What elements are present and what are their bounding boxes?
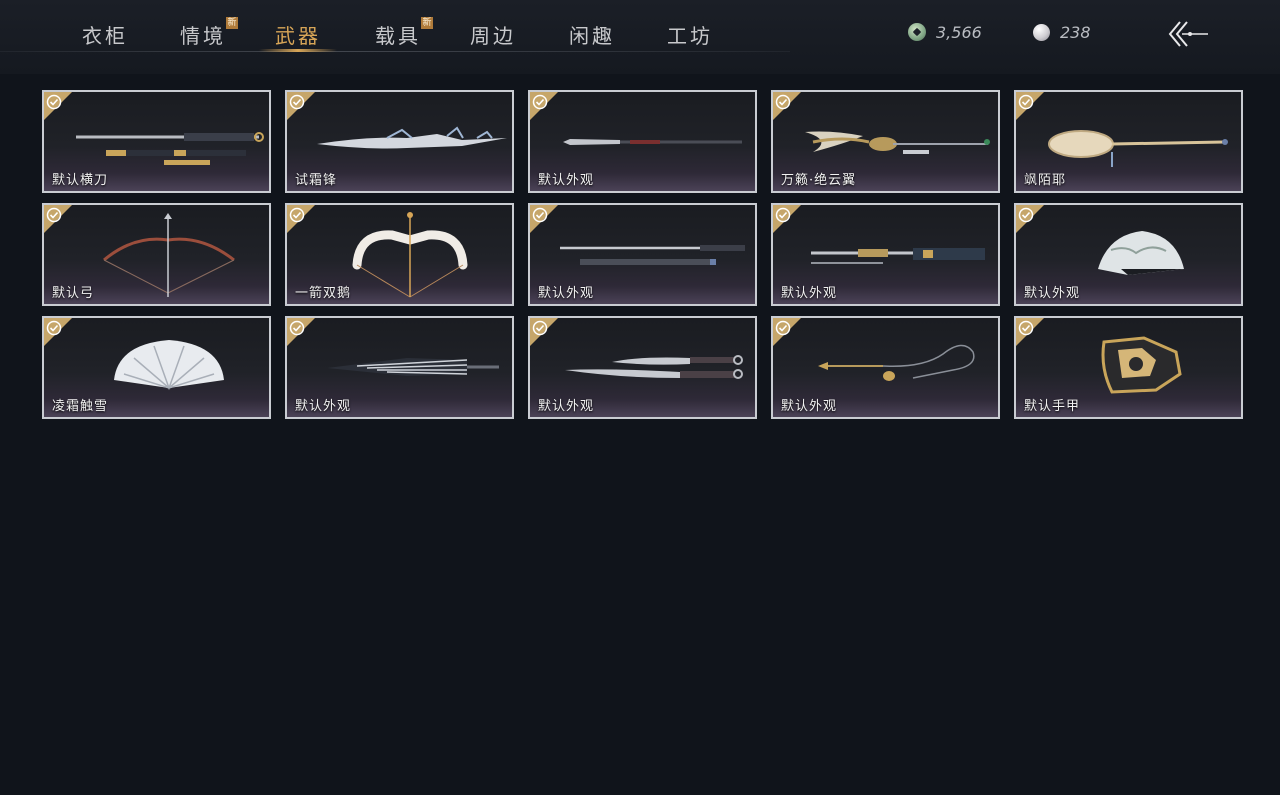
weapon-card[interactable]: 飒陌耶 [1014, 90, 1243, 193]
checkmark-icon [532, 207, 548, 223]
checkmark-icon [289, 320, 305, 336]
weapon-name: 默认外观 [1024, 286, 1081, 301]
checkmark-icon [46, 320, 62, 336]
tab-label: 周边 [470, 24, 516, 48]
back-arrow-icon [1168, 21, 1208, 47]
top-bar: 衣柜 情境 新 武器 载具 新 周边 闲趣 工坊 3,566 238 [0, 0, 1280, 74]
checkmark-icon [775, 207, 791, 223]
weapon-name: 飒陌耶 [1024, 173, 1067, 188]
checkmark-icon [46, 94, 62, 110]
tab-scenes[interactable]: 情境 新 [180, 17, 238, 50]
tab-label: 情境 [180, 24, 226, 48]
weapon-card[interactable]: 默认外观 [528, 316, 757, 419]
weapon-name: 默认横刀 [52, 173, 109, 188]
tab-accessories[interactable]: 周边 [470, 20, 516, 50]
weapon-card[interactable]: 默认外观 [1014, 203, 1243, 306]
tab-label: 衣柜 [82, 24, 128, 48]
pearl-balance: 238 [1033, 22, 1091, 42]
checkmark-icon [532, 94, 548, 110]
coin-balance: 3,566 [908, 22, 982, 42]
weapon-card[interactable]: 默认外观 [285, 316, 514, 419]
checkmark-icon [532, 320, 548, 336]
checkmark-icon [289, 94, 305, 110]
back-button[interactable] [1166, 18, 1210, 50]
checkmark-icon [46, 207, 62, 223]
weapon-card[interactable]: 默认横刀 [42, 90, 271, 193]
new-badge: 新 [421, 17, 433, 29]
pearl-icon [1033, 23, 1050, 41]
weapon-name: 默认外观 [781, 286, 838, 301]
weapon-card[interactable]: 万籁·绝云翼 [771, 90, 1000, 193]
checkmark-icon [1018, 94, 1034, 110]
tab-wardrobe[interactable]: 衣柜 [82, 20, 128, 50]
new-badge: 新 [226, 17, 238, 29]
tab-leisure[interactable]: 闲趣 [569, 20, 615, 50]
weapon-card[interactable]: 默认弓 [42, 203, 271, 306]
tab-label: 武器 [275, 24, 321, 48]
weapon-name: 默认手甲 [1024, 399, 1081, 414]
tab-weapons[interactable]: 武器 [275, 20, 321, 50]
checkmark-icon [289, 207, 305, 223]
weapon-name: 试霜锋 [295, 173, 338, 188]
active-tab-underline [259, 49, 337, 52]
weapon-name: 万籁·绝云翼 [781, 173, 857, 188]
checkmark-icon [1018, 320, 1034, 336]
pearl-amount: 238 [1060, 22, 1091, 42]
checkmark-icon [1018, 207, 1034, 223]
weapon-card[interactable]: 默认外观 [771, 316, 1000, 419]
weapon-name: 默认外观 [538, 286, 595, 301]
tab-label: 载具 [375, 24, 421, 48]
weapon-name: 一箭双鹅 [295, 286, 352, 301]
weapon-card[interactable]: 默认外观 [528, 203, 757, 306]
weapon-name: 默认外观 [538, 399, 595, 414]
weapon-card[interactable]: 默认外观 [528, 90, 757, 193]
tabs-divider [0, 51, 790, 52]
weapon-card[interactable]: 试霜锋 [285, 90, 514, 193]
checkmark-icon [775, 94, 791, 110]
coin-amount: 3,566 [936, 22, 982, 42]
weapon-name: 默认外观 [781, 399, 838, 414]
weapon-name: 默认弓 [52, 286, 95, 301]
tab-label: 闲趣 [569, 24, 615, 48]
weapon-card[interactable]: 一箭双鹅 [285, 203, 514, 306]
weapon-card[interactable]: 默认外观 [771, 203, 1000, 306]
weapon-name: 默认外观 [295, 399, 352, 414]
weapon-name: 默认外观 [538, 173, 595, 188]
weapon-card[interactable]: 默认手甲 [1014, 316, 1243, 419]
tab-label: 工坊 [667, 24, 713, 48]
checkmark-icon [775, 320, 791, 336]
jade-coin-icon [908, 23, 926, 41]
tab-workshop[interactable]: 工坊 [667, 20, 713, 50]
tab-vehicles[interactable]: 载具 新 [375, 17, 433, 50]
weapon-card[interactable]: 凌霜触雪 [42, 316, 271, 419]
weapon-name: 凌霜触雪 [52, 399, 109, 414]
